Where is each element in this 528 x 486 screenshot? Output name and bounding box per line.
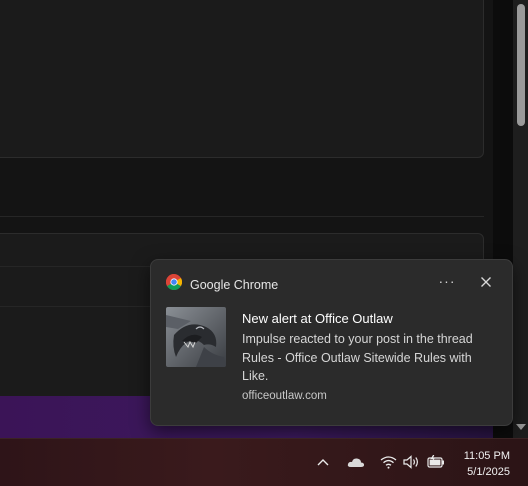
notification-body: Impulse reacted to your post in the thre…: [242, 332, 473, 383]
taskbar-clock[interactable]: 11:05 PM 5/1/2025: [464, 448, 510, 480]
clock-date: 5/1/2025: [467, 466, 510, 478]
wifi-icon: [380, 455, 396, 469]
notification-title: New alert at Office Outlaw: [242, 311, 393, 326]
network-button[interactable]: [378, 453, 398, 470]
chevron-up-icon: [317, 459, 329, 466]
content-panel-top: [0, 0, 484, 158]
divider: [0, 216, 484, 217]
toast-app-name: Google Chrome: [190, 277, 279, 292]
clock-time: 11:05 PM: [463, 450, 510, 462]
scroll-down-arrow-icon[interactable]: [516, 424, 526, 430]
more-options-button[interactable]: ···: [436, 272, 458, 292]
notification-source: officeoutlaw.com: [242, 390, 327, 402]
battery-charging-icon: [427, 455, 444, 468]
more-dots-icon: ···: [438, 273, 456, 289]
taskbar: [0, 438, 528, 486]
battery-button[interactable]: [426, 453, 446, 470]
volume-icon: [403, 454, 418, 469]
chrome-logo-icon: [165, 274, 183, 295]
toast-header: Google Chrome: [165, 274, 279, 295]
volume-button[interactable]: [402, 453, 422, 470]
onedrive-button[interactable]: [344, 454, 368, 470]
close-button[interactable]: [475, 272, 497, 292]
close-icon: [481, 277, 491, 287]
notification-image: [166, 307, 226, 367]
show-hidden-icons-button[interactable]: [314, 454, 332, 470]
scrollbar-thumb[interactable]: [517, 4, 525, 126]
onedrive-cloud-icon: [347, 457, 365, 467]
chrome-notification-toast[interactable]: Google Chrome ··· New alert at Office Ou…: [150, 259, 513, 426]
